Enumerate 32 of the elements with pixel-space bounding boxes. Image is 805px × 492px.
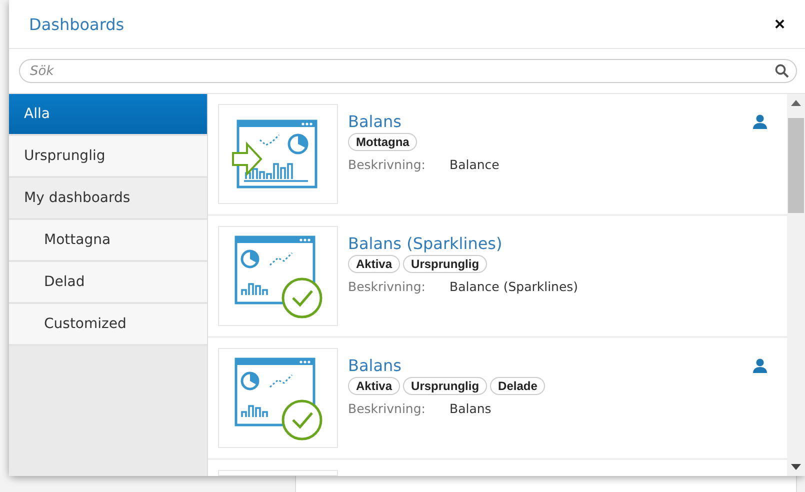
dashboard-title[interactable]: Balans	[348, 112, 402, 131]
sidebar-item[interactable]: Customized	[9, 304, 207, 346]
scroll-down-icon[interactable]	[791, 464, 801, 470]
description-text: Balance	[450, 157, 500, 172]
tag: Delade	[490, 377, 546, 395]
dashboard-card[interactable]: Balans Mottagna Beskrivning: Balance	[208, 94, 787, 216]
dashboard-title[interactable]: Balans (Sparklines)	[348, 234, 502, 253]
tag: Ursprunglig	[403, 255, 488, 273]
dashboard-card[interactable]: Balans (Sparklines) Aktiva Ursprunglig Beskrivning: Balance (Sparklines)	[208, 216, 787, 338]
description-label: Beskrivning:	[348, 279, 426, 294]
search-field[interactable]: Sök	[19, 59, 797, 83]
description-text: Balance (Sparklines)	[450, 279, 578, 294]
sidebar-item[interactable]: Ursprunglig	[9, 136, 207, 178]
scrollbar[interactable]	[787, 94, 805, 476]
description-label: Beskrivning:	[348, 157, 426, 172]
close-button[interactable]: ×	[774, 14, 785, 34]
sidebar-item[interactable]: Alla	[9, 94, 207, 136]
scroll-up-icon[interactable]	[791, 100, 801, 106]
dialog-title: Dashboards	[29, 14, 124, 34]
scrollbar-thumb[interactable]	[788, 118, 804, 213]
description-label: Beskrivning:	[348, 401, 426, 416]
sidebar-item[interactable]: My dashboards	[9, 178, 207, 220]
search-icon	[775, 64, 789, 78]
tag: Aktiva	[348, 255, 400, 273]
sidebar-item[interactable]: Mottagna	[9, 220, 207, 262]
tag: Mottagna	[348, 133, 418, 151]
sidebar-item[interactable]: Delad	[9, 262, 207, 304]
dashboard-title[interactable]: Balans	[348, 356, 402, 375]
dashboard-card[interactable]: Balans Aktiva Ursprunglig Delade Beskrivning: Balans	[208, 338, 787, 460]
tag: Aktiva	[348, 377, 400, 395]
description-text: Balans	[450, 401, 492, 416]
tag: Ursprunglig	[403, 377, 488, 395]
